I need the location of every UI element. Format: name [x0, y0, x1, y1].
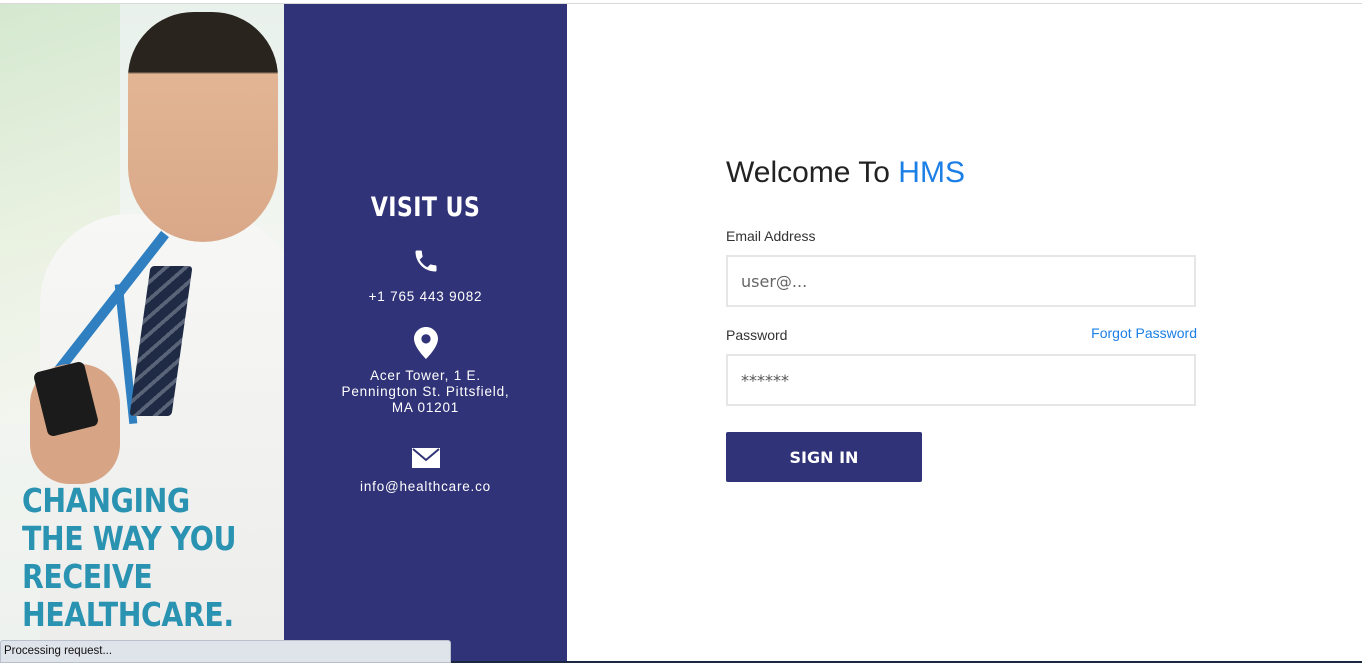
email-field[interactable]: [726, 255, 1196, 307]
location-pin-icon: [284, 327, 567, 359]
doctor-head: [128, 12, 278, 242]
hero-image: CHANGING THE WAY YOU RECEIVE HEALTHCARE.: [0, 4, 284, 663]
visit-address: Acer Tower, 1 E. Pennington St. Pittsfie…: [284, 368, 567, 416]
brand-name: HMS: [898, 156, 965, 189]
phone-icon: [284, 247, 567, 275]
welcome-prefix: Welcome To: [726, 156, 899, 189]
address-line: MA 01201: [391, 400, 460, 415]
visit-phone: +1 765 443 9082: [368, 289, 483, 304]
tagline-line: CHANGING: [22, 481, 190, 520]
tagline-line: RECEIVE: [22, 557, 153, 596]
hero-tagline: CHANGING THE WAY YOU RECEIVE HEALTHCARE.: [22, 481, 237, 634]
address-line: Acer Tower, 1 E.: [370, 368, 481, 383]
tagline-line: THE WAY YOU: [22, 519, 237, 558]
email-label: Email Address: [726, 228, 816, 244]
address-line: Pennington St. Pittsfield,: [341, 384, 510, 399]
login-panel: Welcome To HMS Email Address Password Fo…: [567, 4, 1362, 661]
visit-us-title: VISIT US: [370, 192, 481, 223]
welcome-heading: Welcome To HMS: [726, 156, 965, 190]
sign-in-button[interactable]: SIGN IN: [726, 432, 922, 482]
envelope-icon: [284, 448, 567, 468]
password-label: Password: [726, 327, 788, 343]
browser-status-bar: Processing request...: [0, 640, 451, 663]
visit-us-panel: VISIT US +1 765 443 9082 Acer Tower, 1 E…: [284, 4, 567, 663]
tagline-line: HEALTHCARE.: [22, 595, 234, 634]
visit-email: info@healthcare.co: [360, 479, 491, 494]
password-field[interactable]: [726, 354, 1196, 406]
forgot-password-link[interactable]: Forgot Password: [1087, 325, 1197, 341]
